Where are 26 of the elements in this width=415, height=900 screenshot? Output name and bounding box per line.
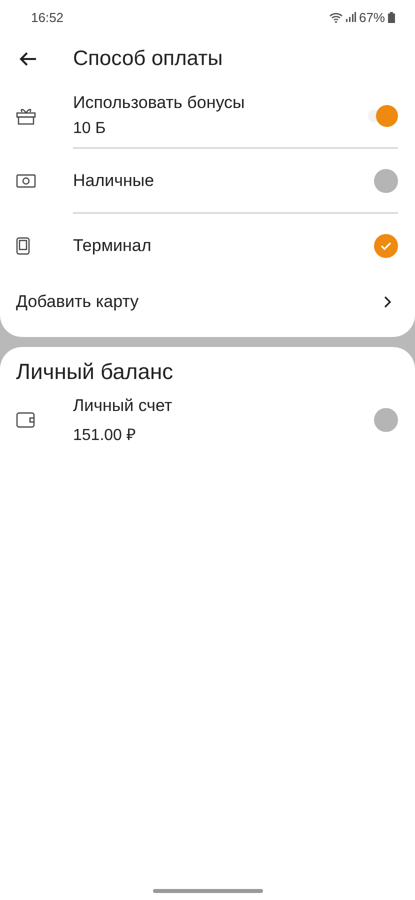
terminal-icon bbox=[16, 236, 30, 254]
radio-button[interactable] bbox=[374, 168, 398, 192]
account-label: Личный счет bbox=[73, 396, 174, 416]
add-card-row[interactable]: Добавить карту bbox=[0, 277, 415, 327]
toggle-switch[interactable] bbox=[366, 104, 398, 126]
signal-icon bbox=[346, 12, 356, 22]
gift-icon bbox=[16, 106, 36, 124]
payment-label: Использовать бонусы bbox=[73, 93, 246, 113]
account-balance: 151.00 ₽ bbox=[73, 426, 136, 444]
chevron-icon bbox=[384, 296, 391, 308]
banknote-icon bbox=[16, 174, 36, 188]
payment-label: Терминал bbox=[73, 236, 152, 256]
bonus-amount: 10 Б bbox=[73, 120, 107, 138]
payment-label: Наличные bbox=[73, 170, 156, 190]
back-arrow-icon[interactable] bbox=[19, 51, 37, 67]
radio-button[interactable] bbox=[374, 408, 398, 432]
add-card-label: Добавить карту bbox=[16, 292, 139, 312]
check-icon bbox=[380, 240, 392, 250]
section-title: Личный баланс bbox=[15, 358, 174, 385]
wallet-icon bbox=[16, 412, 36, 428]
screen-title: Способ оплаты bbox=[73, 47, 223, 71]
battery-percent: 67% bbox=[358, 10, 385, 24]
wifi-icon bbox=[328, 12, 343, 22]
battery-icon bbox=[388, 12, 395, 22]
radio-button[interactable] bbox=[374, 234, 398, 258]
status-time: 16:52 bbox=[31, 10, 64, 24]
